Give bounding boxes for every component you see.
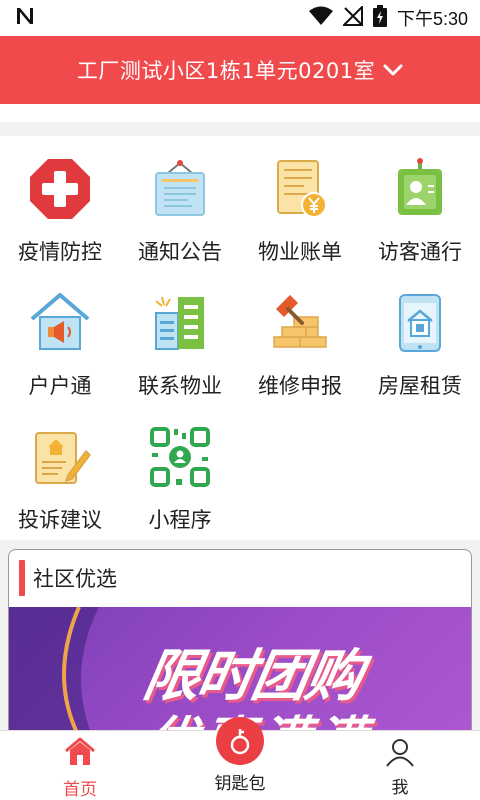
section-accent-bar	[19, 560, 25, 596]
wifi-icon	[308, 6, 333, 30]
complaint-pen-icon	[27, 424, 93, 490]
service-label: 投诉建议	[18, 508, 102, 532]
medical-cross-icon	[27, 156, 93, 222]
service-notice[interactable]: 通知公告	[120, 136, 240, 266]
signal-icon	[341, 4, 363, 30]
service-bill[interactable]: 物业账单	[240, 136, 360, 266]
nav-keys[interactable]: 钥匙包	[160, 717, 320, 800]
service-mini-program[interactable]: 小程序	[120, 404, 240, 534]
service-epidemic[interactable]: 疫情防控	[0, 136, 120, 266]
nav-home-label: 首页	[63, 780, 97, 800]
service-label: 物业账单	[258, 240, 342, 264]
service-repair[interactable]: 维修申报	[240, 270, 360, 400]
status-bar: 下午5:30	[0, 0, 480, 36]
header-title: 工厂测试小区1栋1单元0201室	[76, 59, 376, 83]
notice-board-icon	[147, 156, 213, 222]
visitor-pass-icon	[387, 156, 453, 222]
service-visitor[interactable]: 访客通行	[360, 136, 480, 266]
service-grid: 疫情防控 通知公告 物业账单 访客通行 户户通 联系物业 维修申报 房屋租赁 投…	[0, 136, 480, 540]
chevron-down-icon	[383, 63, 403, 77]
building-icon	[147, 290, 213, 356]
nav-home[interactable]: 首页	[0, 731, 160, 800]
key-icon	[216, 717, 264, 765]
nav-me-label: 我	[391, 778, 409, 798]
service-complaint[interactable]: 投诉建议	[0, 404, 120, 534]
house-rent-icon	[387, 290, 453, 356]
notification-n-icon	[14, 6, 36, 30]
service-label: 通知公告	[138, 240, 222, 264]
header-gap	[0, 104, 480, 122]
bottom-nav: 首页 钥匙包 我	[0, 717, 480, 800]
section-header: 社区优选	[9, 550, 471, 606]
service-label: 房屋租赁	[378, 374, 462, 398]
house-speaker-icon	[27, 290, 93, 356]
battery-icon	[372, 5, 387, 31]
repair-hammer-icon	[267, 290, 333, 356]
service-label: 户户通	[28, 374, 92, 398]
service-label: 维修申报	[258, 374, 342, 398]
status-time: 下午5:30	[396, 9, 468, 29]
mini-program-qr-icon	[147, 424, 213, 490]
nav-me[interactable]: 我	[320, 731, 480, 800]
service-huhutong[interactable]: 户户通	[0, 270, 120, 400]
service-label: 小程序	[148, 508, 212, 532]
service-label: 访客通行	[378, 240, 462, 264]
section-title: 社区优选	[33, 567, 117, 591]
service-label: 疫情防控	[18, 240, 102, 264]
community-selector[interactable]: 工厂测试小区1栋1单元0201室	[0, 36, 480, 104]
nav-keys-label: 钥匙包	[214, 774, 266, 794]
user-icon	[384, 737, 416, 771]
service-contact-property[interactable]: 联系物业	[120, 270, 240, 400]
home-icon	[64, 737, 96, 771]
service-rental[interactable]: 房屋租赁	[360, 270, 480, 400]
service-label: 联系物业	[138, 374, 222, 398]
bill-icon	[267, 156, 333, 222]
